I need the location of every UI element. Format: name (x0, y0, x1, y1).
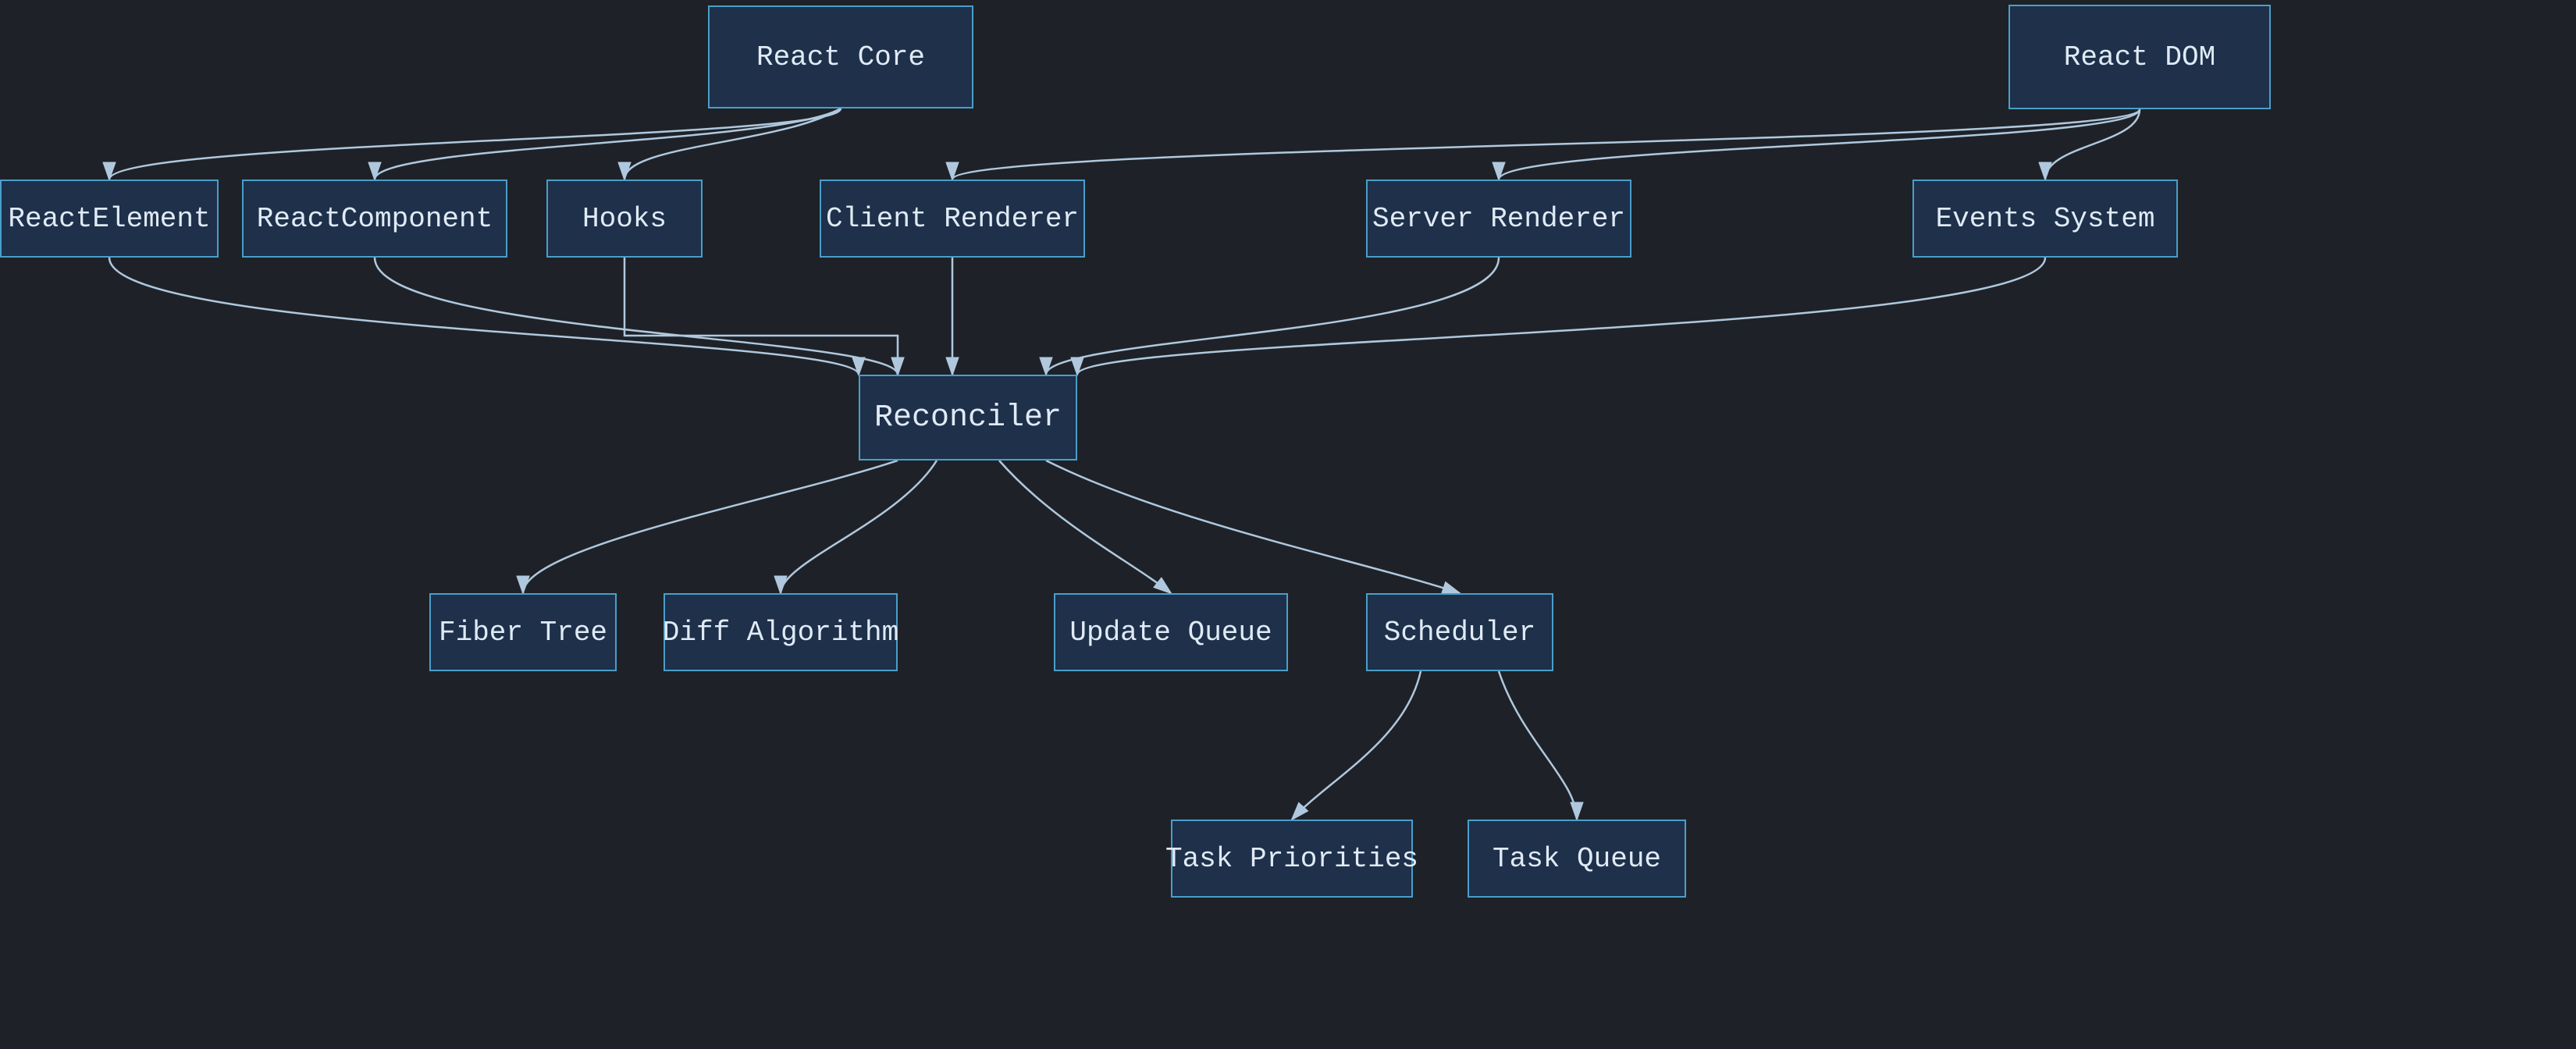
node-client-renderer: Client Renderer (820, 180, 1085, 258)
node-update-queue: Update Queue (1054, 593, 1288, 671)
node-react-core: React Core (708, 5, 973, 108)
node-react-component: ReactComponent (242, 180, 507, 258)
node-task-queue: Task Queue (1468, 820, 1686, 898)
node-diff-algorithm: Diff Algorithm (664, 593, 898, 671)
node-fiber-tree: Fiber Tree (429, 593, 617, 671)
node-task-priorities: Task Priorities (1171, 820, 1413, 898)
node-react-element: ReactElement (0, 180, 219, 258)
node-events-system: Events System (1912, 180, 2178, 258)
node-reconciler: Reconciler (859, 375, 1077, 460)
node-server-renderer: Server Renderer (1366, 180, 1631, 258)
node-hooks: Hooks (546, 180, 703, 258)
node-scheduler: Scheduler (1366, 593, 1553, 671)
diagram-container: React Core React DOM ReactElement ReactC… (0, 0, 2576, 1049)
node-react-dom: React DOM (2008, 5, 2271, 109)
